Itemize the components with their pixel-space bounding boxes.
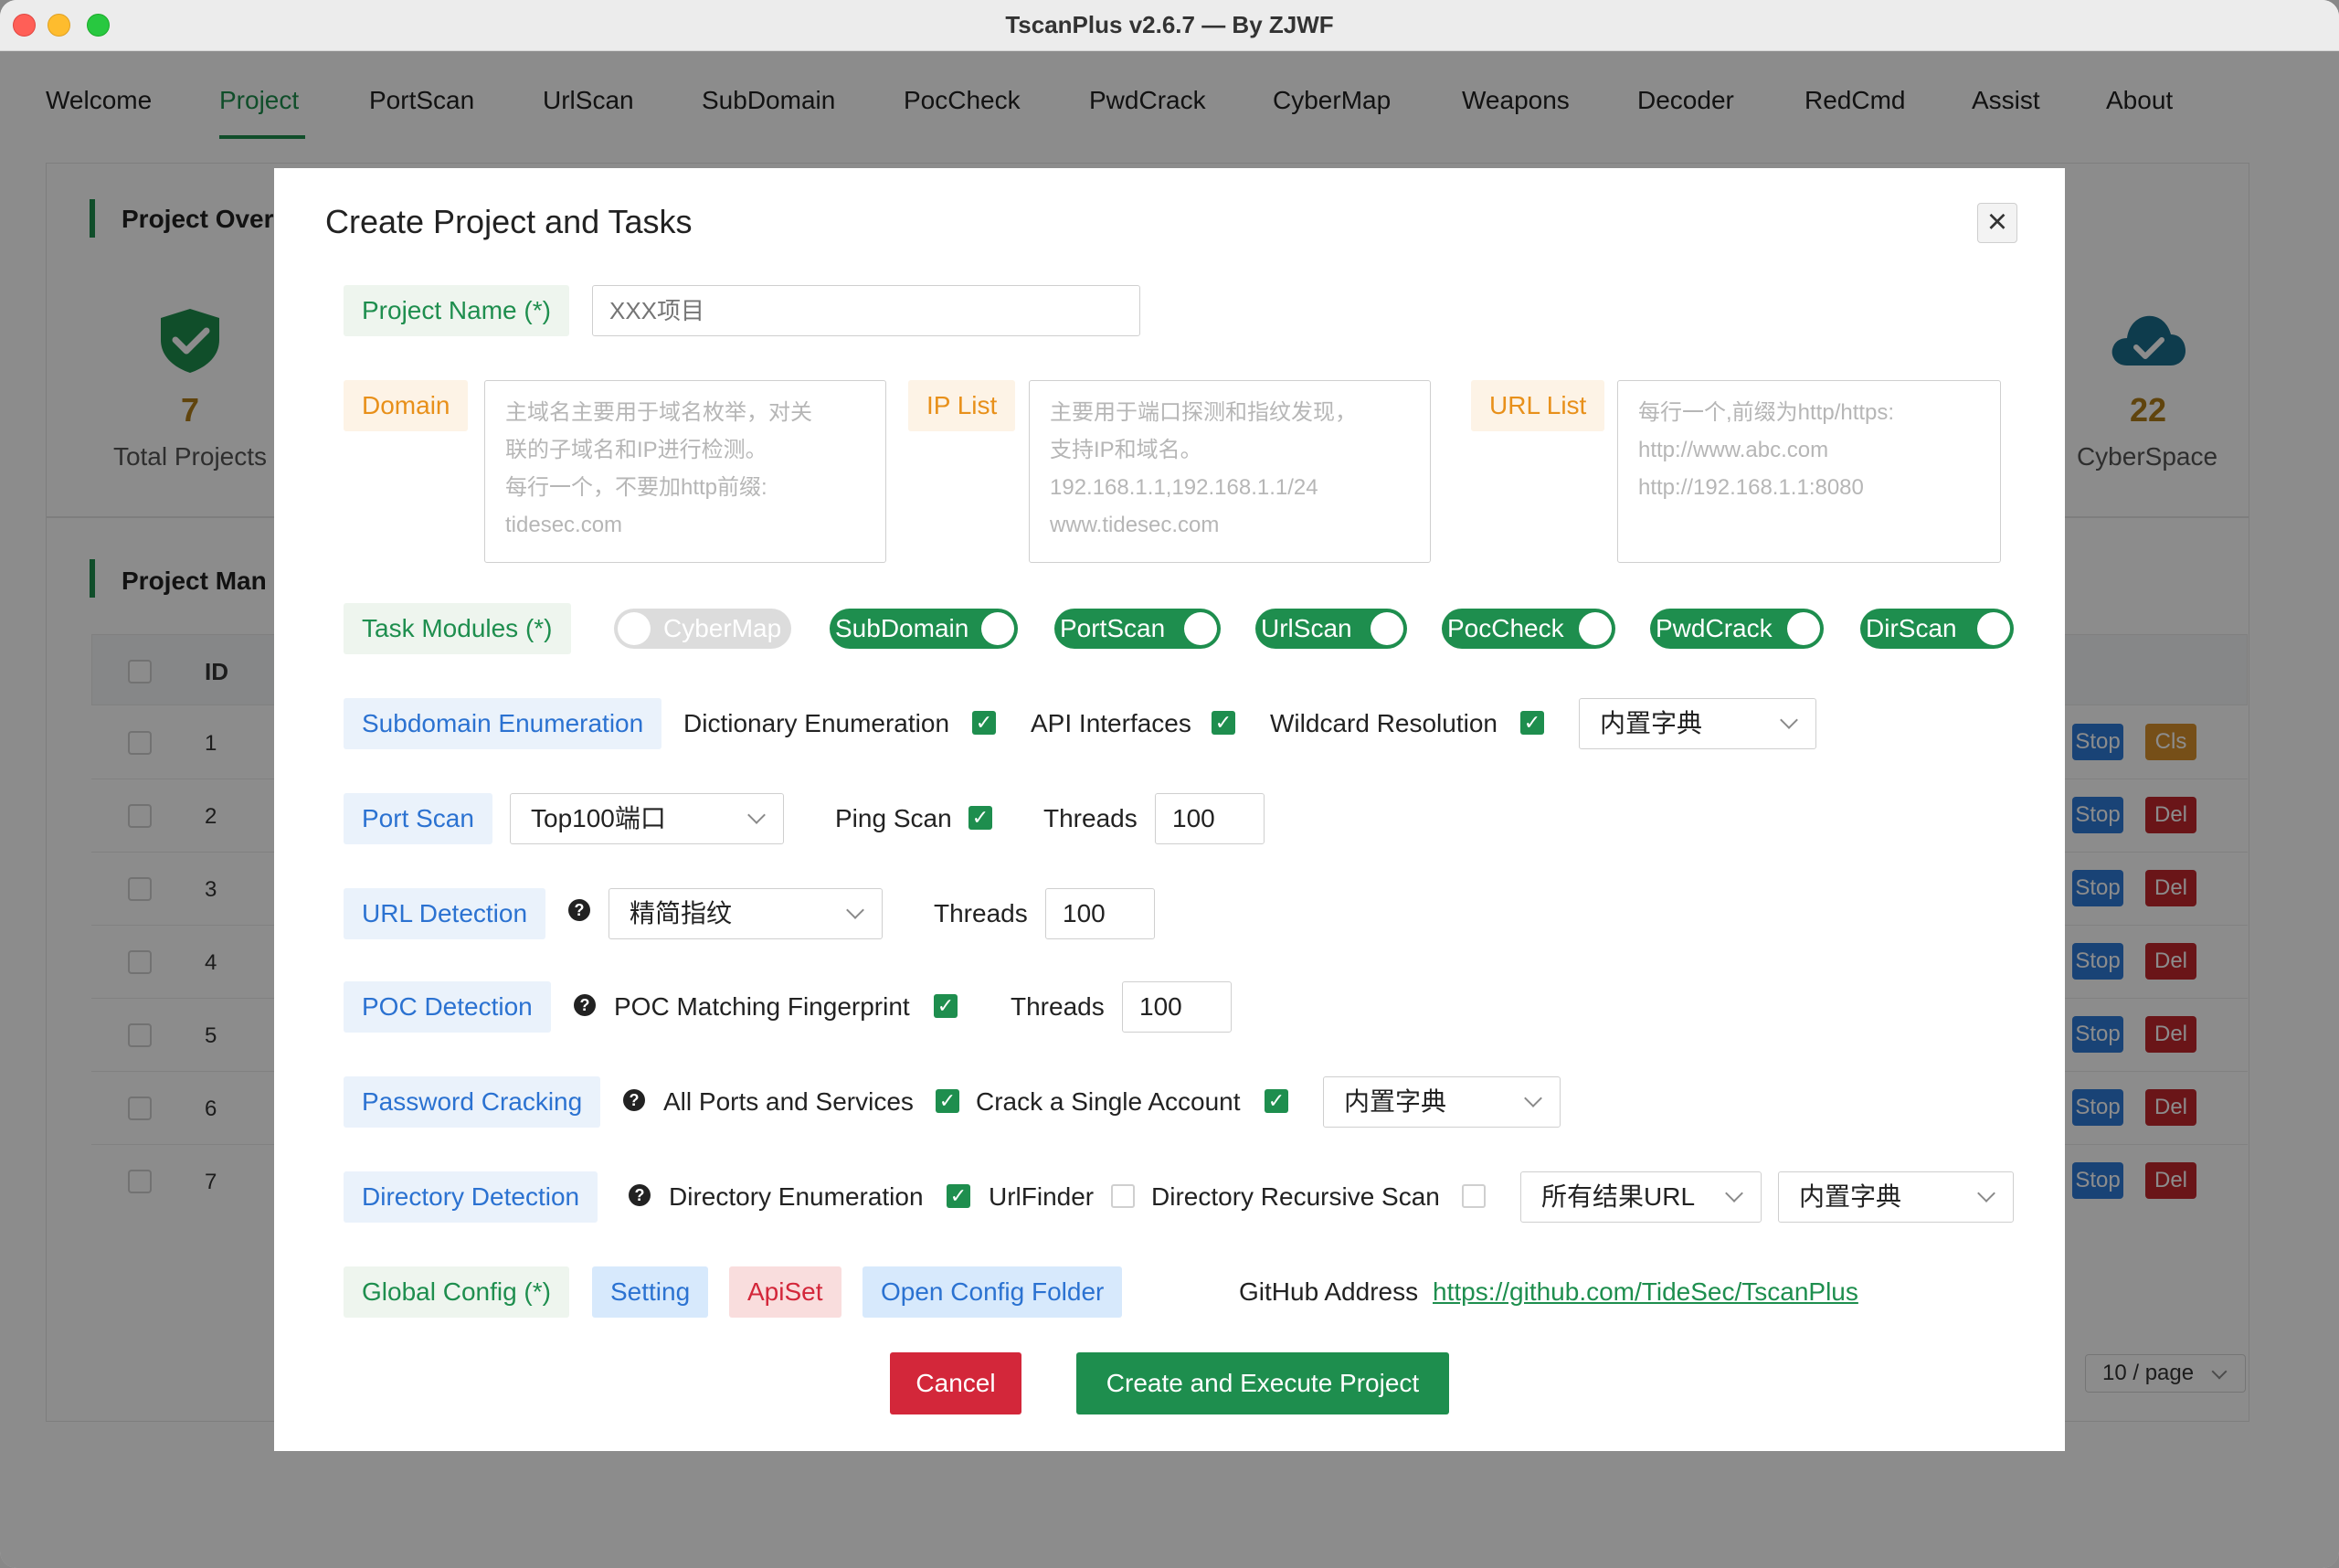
apiset-button[interactable]: ApiSet bbox=[729, 1266, 841, 1318]
toggle-knob bbox=[618, 612, 651, 645]
cancel-button[interactable]: Cancel bbox=[890, 1352, 1021, 1414]
toggle-portscan[interactable]: PortScan bbox=[1054, 609, 1221, 649]
fingerprint-select[interactable]: 精简指纹 bbox=[609, 888, 883, 939]
poc-matching-checkbox[interactable]: ✓ bbox=[934, 994, 958, 1018]
port-threads-input[interactable]: 100 bbox=[1155, 793, 1265, 844]
domain-textarea[interactable]: 主域名主要用于域名枚举，对关 联的子域名和IP进行检测。 每行一个，不要加htt… bbox=[484, 380, 886, 563]
domain-label: Domain bbox=[344, 380, 469, 431]
url-list-textarea[interactable]: 每行一个,前缀为http/https: http://www.abc.com h… bbox=[1617, 380, 2001, 563]
urlfinder-checkbox[interactable] bbox=[1111, 1184, 1135, 1208]
dir-enum-checkbox[interactable]: ✓ bbox=[947, 1184, 970, 1208]
toggle-knob bbox=[1371, 612, 1403, 645]
chevron-down-icon bbox=[1725, 1184, 1743, 1202]
api-interfaces-checkbox[interactable]: ✓ bbox=[1212, 711, 1235, 735]
create-project-dialog: Create Project and Tasks × Project Name … bbox=[274, 168, 2065, 1451]
help-icon[interactable]: ? bbox=[623, 1089, 645, 1111]
toggle-pwdcrack[interactable]: PwdCrack bbox=[1650, 609, 1824, 649]
toggle-knob bbox=[1977, 612, 2010, 645]
help-icon[interactable]: ? bbox=[568, 899, 590, 921]
task-modules-label: Task Modules (*) bbox=[344, 603, 571, 654]
help-icon[interactable]: ? bbox=[574, 994, 596, 1016]
ping-scan-label: Ping Scan bbox=[835, 804, 952, 832]
toggle-poccheck[interactable]: PocCheck bbox=[1442, 609, 1615, 649]
subdomain-enum-label: Subdomain Enumeration bbox=[344, 698, 662, 749]
chevron-down-icon bbox=[1977, 1184, 1995, 1202]
toggle-label: PocCheck bbox=[1447, 614, 1564, 642]
urlfinder-label: UrlFinder bbox=[989, 1182, 1095, 1211]
toggle-cybermap[interactable]: CyberMap bbox=[614, 609, 791, 649]
chevron-down-icon bbox=[846, 901, 864, 919]
poc-threads-label: Threads bbox=[1011, 992, 1105, 1021]
recursive-scan-checkbox[interactable] bbox=[1462, 1184, 1486, 1208]
global-config-label: Global Config (*) bbox=[344, 1266, 569, 1318]
chevron-down-icon bbox=[747, 806, 766, 824]
help-icon[interactable]: ? bbox=[629, 1184, 651, 1206]
ping-scan-checkbox[interactable]: ✓ bbox=[968, 806, 992, 830]
poc-detection-label: POC Detection bbox=[344, 981, 551, 1033]
port-scan-label: Port Scan bbox=[344, 793, 492, 844]
close-icon[interactable]: × bbox=[1977, 203, 2017, 243]
url-threads-label: Threads bbox=[934, 899, 1028, 927]
single-account-checkbox[interactable]: ✓ bbox=[1265, 1089, 1288, 1113]
create-execute-button[interactable]: Create and Execute Project bbox=[1076, 1352, 1449, 1414]
github-label: GitHub Address bbox=[1239, 1277, 1419, 1306]
select-value: 内置字典 bbox=[1344, 1087, 1447, 1116]
toggle-label: SubDomain bbox=[835, 614, 969, 642]
toggle-label: CyberMap bbox=[663, 614, 782, 642]
toggle-knob bbox=[1787, 612, 1820, 645]
github-link[interactable]: https://github.com/TideSec/TscanPlus bbox=[1433, 1277, 1858, 1307]
window-title: TscanPlus v2.6.7 — By ZJWF bbox=[1005, 11, 1334, 38]
url-detection-label: URL Detection bbox=[344, 888, 546, 939]
toggle-label: PortScan bbox=[1060, 614, 1166, 642]
dict-enum-checkbox[interactable]: ✓ bbox=[972, 711, 996, 735]
toggle-label: UrlScan bbox=[1261, 614, 1352, 642]
app-window: TscanPlus v2.6.7 — By ZJWF Welcome Proje… bbox=[0, 0, 2339, 1568]
subdomain-dict-select[interactable]: 内置字典 bbox=[1579, 698, 1816, 749]
setting-button[interactable]: Setting bbox=[592, 1266, 709, 1318]
title-bar: TscanPlus v2.6.7 — By ZJWF bbox=[0, 0, 2339, 51]
password-cracking-label: Password Cracking bbox=[344, 1076, 601, 1128]
select-value: 内置字典 bbox=[1600, 709, 1703, 737]
chevron-down-icon bbox=[1780, 711, 1798, 729]
toggle-subdomain[interactable]: SubDomain bbox=[830, 609, 1018, 649]
url-threads-input[interactable]: 100 bbox=[1045, 888, 1155, 939]
all-ports-label: All Ports and Services bbox=[663, 1087, 914, 1116]
dialog-title: Create Project and Tasks bbox=[325, 203, 693, 240]
directory-detection-label: Directory Detection bbox=[344, 1171, 598, 1223]
ip-list-label: IP List bbox=[908, 380, 1016, 431]
project-name-input[interactable] bbox=[592, 285, 1140, 336]
poc-threads-input[interactable]: 100 bbox=[1122, 981, 1232, 1033]
project-name-label: Project Name (*) bbox=[344, 285, 569, 336]
select-value: Top100端口 bbox=[531, 804, 666, 832]
api-interfaces-label: API Interfaces bbox=[1031, 709, 1191, 737]
chevron-down-icon bbox=[1524, 1089, 1542, 1107]
toggle-dirscan[interactable]: DirScan bbox=[1860, 609, 2014, 649]
wildcard-checkbox[interactable]: ✓ bbox=[1520, 711, 1544, 735]
port-range-select[interactable]: Top100端口 bbox=[510, 793, 784, 844]
dir-dict-select[interactable]: 内置字典 bbox=[1778, 1171, 2014, 1223]
select-value: 所有结果URL bbox=[1541, 1182, 1696, 1211]
poc-matching-label: POC Matching Fingerprint bbox=[614, 992, 910, 1021]
wildcard-label: Wildcard Resolution bbox=[1270, 709, 1498, 737]
select-value: 精简指纹 bbox=[630, 899, 733, 927]
url-scope-select[interactable]: 所有结果URL bbox=[1520, 1171, 1762, 1223]
single-account-label: Crack a Single Account bbox=[976, 1087, 1241, 1116]
ip-list-textarea[interactable]: 主要用于端口探测和指纹发现， 支持IP和域名。 192.168.1.1,192.… bbox=[1029, 380, 1431, 563]
toggle-knob bbox=[1184, 612, 1217, 645]
pwd-dict-select[interactable]: 内置字典 bbox=[1323, 1076, 1561, 1128]
toggle-knob bbox=[981, 612, 1014, 645]
select-value: 内置字典 bbox=[1799, 1182, 1902, 1211]
port-threads-label: Threads bbox=[1043, 804, 1138, 832]
toggle-label: PwdCrack bbox=[1656, 614, 1773, 642]
recursive-scan-label: Directory Recursive Scan bbox=[1151, 1182, 1440, 1211]
all-ports-checkbox[interactable]: ✓ bbox=[936, 1089, 959, 1113]
dir-enum-label: Directory Enumeration bbox=[669, 1182, 924, 1211]
url-list-label: URL List bbox=[1471, 380, 1605, 431]
toggle-label: DirScan bbox=[1866, 614, 1957, 642]
toggle-knob bbox=[1579, 612, 1612, 645]
toggle-urlscan[interactable]: UrlScan bbox=[1255, 609, 1407, 649]
open-config-folder-button[interactable]: Open Config Folder bbox=[863, 1266, 1123, 1318]
dict-enum-label: Dictionary Enumeration bbox=[683, 709, 950, 737]
